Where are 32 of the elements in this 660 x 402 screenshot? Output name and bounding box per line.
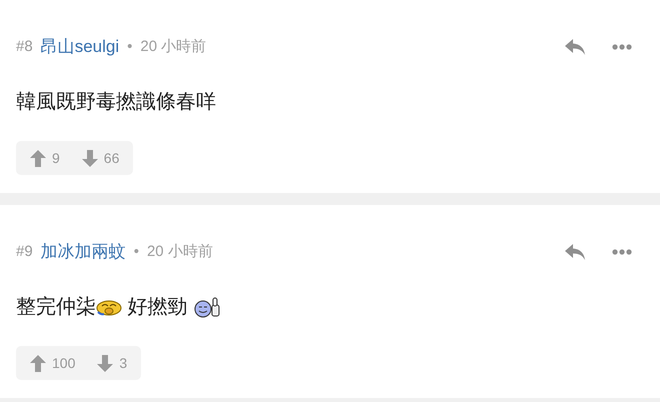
more-options-button[interactable] xyxy=(612,44,632,50)
reply-button[interactable] xyxy=(564,243,586,261)
upvote-count: 100 xyxy=(52,354,76,372)
down-arrow-icon xyxy=(82,150,98,166)
comment-number: #9 xyxy=(16,242,33,262)
upvote-button[interactable] xyxy=(30,354,46,372)
comment-text: 好撚勁 xyxy=(126,295,189,320)
timestamp: 20 小時前 xyxy=(146,242,213,262)
more-icon xyxy=(612,44,632,50)
reply-icon xyxy=(564,243,586,261)
down-arrow-icon xyxy=(97,354,114,372)
smiley-thumbs-up-icon xyxy=(193,296,222,318)
comment-text: 整完仲柒 xyxy=(16,295,96,320)
downvote-button[interactable] xyxy=(97,354,114,372)
author-link[interactable]: 昂山seulgi xyxy=(40,34,120,60)
reply-button[interactable] xyxy=(564,38,586,56)
comment-text: 韓風既野毒撚識條春咩 xyxy=(16,90,216,115)
up-arrow-icon xyxy=(30,150,46,166)
downvote-count: 3 xyxy=(119,354,128,372)
timestamp: 20 小時前 xyxy=(140,36,206,57)
upvote-count: 9 xyxy=(52,148,60,168)
comment-number: #8 xyxy=(16,36,33,57)
up-arrow-icon xyxy=(30,354,46,372)
upvote-button[interactable] xyxy=(30,150,46,166)
more-options-button[interactable] xyxy=(612,249,632,255)
separator-dot: • xyxy=(134,242,139,262)
author-link[interactable]: 加冰加兩蚊 xyxy=(40,239,126,265)
downvote-count: 66 xyxy=(104,148,120,168)
more-icon xyxy=(612,249,632,255)
reply-icon xyxy=(564,38,586,56)
downvote-button[interactable] xyxy=(82,150,98,166)
separator-dot: • xyxy=(127,36,132,57)
